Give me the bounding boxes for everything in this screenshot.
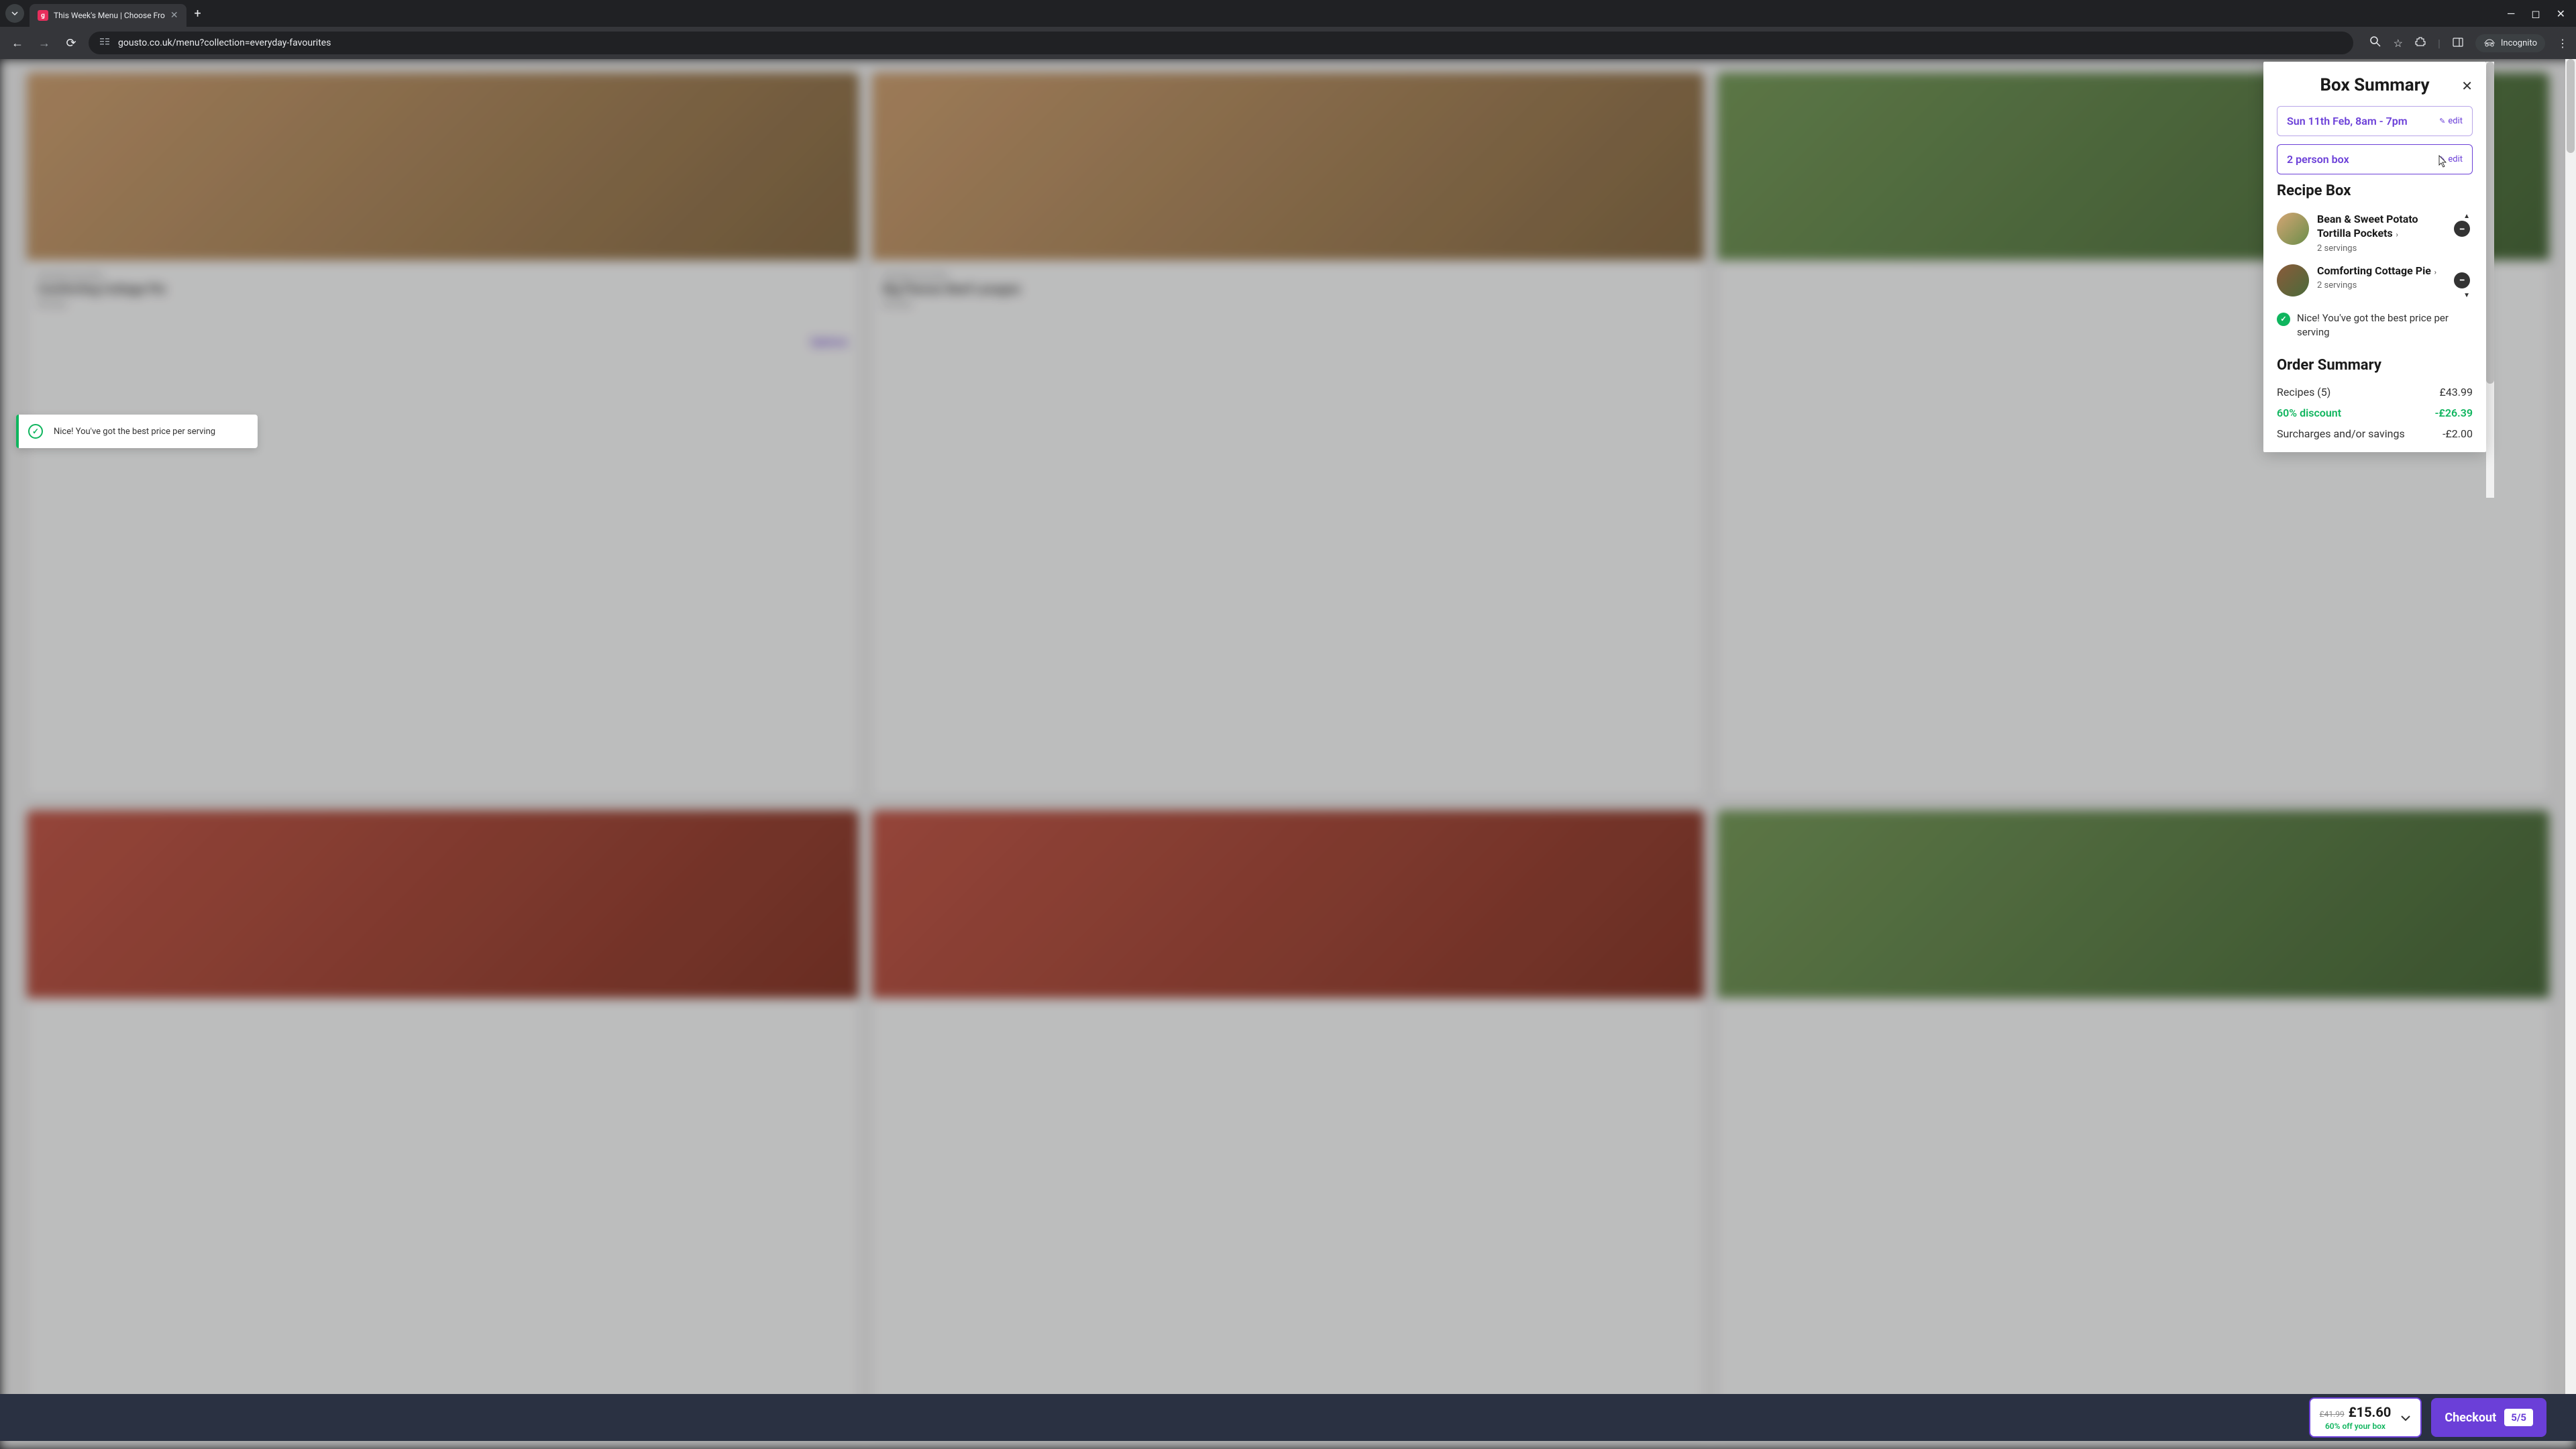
check-circle-icon: ✓	[28, 424, 43, 439]
edit-label: edit	[2448, 116, 2463, 126]
delivery-slot-box: Sun 11th Feb, 8am - 7pm ✎ edit	[2277, 106, 2473, 136]
reload-button[interactable]: ⟳	[62, 36, 80, 50]
remove-recipe-button[interactable]: −	[2454, 272, 2470, 288]
order-recipes-row: Recipes (5) £43.99	[2277, 382, 2473, 402]
minimize-button[interactable]: —	[2507, 7, 2516, 20]
tab-close-button[interactable]: ✕	[170, 10, 178, 21]
toast-text: Nice! You've got the best price per serv…	[54, 427, 215, 437]
new-tab-button[interactable]: +	[195, 7, 201, 21]
price-summary-box[interactable]: £41.99 £15.60 60% off your box	[2309, 1397, 2422, 1438]
edit-box-size-button[interactable]: ✎ edit	[2439, 154, 2463, 164]
order-value: £43.99	[2440, 386, 2473, 398]
scroll-down-icon[interactable]: ▼	[2463, 292, 2470, 299]
chevron-right-icon: ›	[2432, 268, 2436, 276]
recipe-item: Bean & Sweet Potato Tortilla Pockets › 2…	[2277, 207, 2470, 259]
tab-favicon: g	[38, 10, 48, 21]
new-price: £15.60	[2349, 1404, 2392, 1420]
recipe-thumbnail	[2277, 213, 2309, 245]
scroll-up-icon[interactable]: ▲	[2463, 213, 2470, 220]
recipe-name-link[interactable]: Comforting Cottage Pie ›	[2317, 264, 2446, 278]
recipe-servings: 2 servings	[2317, 280, 2446, 290]
recipe-item: Comforting Cottage Pie › 2 servings −	[2277, 259, 2470, 302]
order-value: -£26.39	[2435, 407, 2473, 419]
edit-delivery-button[interactable]: ✎ edit	[2439, 116, 2463, 126]
page-content: Everyday FavouritesComforting Cottage Pi…	[0, 59, 2576, 1449]
window-controls: — ◻ ✕	[2507, 7, 2571, 20]
order-label: 60% discount	[2277, 407, 2341, 419]
delivery-slot-label: Sun 11th Feb, 8am - 7pm	[2287, 115, 2408, 127]
address-bar[interactable]: gousto.co.uk/menu?collection=everyday-fa…	[89, 32, 2353, 54]
box-summary-panel: Box Summary ✕ Sun 11th Feb, 8am - 7pm ✎ …	[2263, 62, 2486, 452]
edit-label: edit	[2448, 154, 2463, 164]
page-scrollbar-thumb[interactable]	[2567, 59, 2575, 153]
back-button[interactable]: ←	[8, 36, 27, 50]
chevron-down-icon	[11, 9, 19, 17]
checkout-bar: £41.99 £15.60 60% off your box Checkout …	[0, 1394, 2576, 1441]
side-panel-icon[interactable]	[2453, 37, 2463, 50]
order-surcharges-row: Surcharges and/or savings -£2.00	[2277, 423, 2473, 444]
pencil-icon: ✎	[2439, 155, 2445, 164]
box-size-box: 2 person box ✎ edit	[2277, 144, 2473, 174]
maximize-button[interactable]: ◻	[2531, 7, 2540, 20]
bookmark-icon[interactable]: ☆	[2394, 37, 2403, 50]
page-scrollbar[interactable]	[2565, 59, 2576, 1403]
check-circle-icon: ✓	[2277, 313, 2290, 326]
browser-tab[interactable]: g This Week's Menu | Choose Fro ✕	[30, 4, 186, 27]
order-discount-row: 60% discount -£26.39	[2277, 402, 2473, 423]
panel-outer-scrollbar-thumb[interactable]	[2486, 62, 2494, 384]
incognito-badge[interactable]: Incognito	[2475, 34, 2545, 52]
search-icon[interactable]	[2369, 36, 2381, 50]
best-price-text: Nice! You've got the best price per serv…	[2297, 311, 2473, 339]
extensions-icon[interactable]	[2415, 36, 2426, 50]
site-settings-icon[interactable]	[99, 37, 110, 49]
close-panel-button[interactable]: ✕	[2461, 78, 2473, 94]
checkout-count-badge: 5/5	[2504, 1409, 2533, 1426]
incognito-icon	[2483, 38, 2496, 48]
best-price-message: ✓ Nice! You've got the best price per se…	[2277, 302, 2473, 349]
old-price: £41.99	[2320, 1409, 2345, 1419]
order-label: Recipes (5)	[2277, 386, 2330, 398]
panel-title: Box Summary	[2320, 75, 2429, 95]
checkout-button[interactable]: Checkout 5/5	[2431, 1398, 2546, 1437]
price-discount-label: 60% off your box	[2320, 1421, 2392, 1431]
remove-recipe-button[interactable]: −	[2454, 221, 2470, 237]
recipe-list: ▲ Bean & Sweet Potato Tortilla Pockets ›…	[2277, 207, 2473, 302]
forward-button[interactable]: →	[35, 36, 54, 50]
tab-search-button[interactable]	[5, 4, 24, 23]
toast-notification: ✓ Nice! You've got the best price per se…	[16, 415, 258, 448]
tab-title: This Week's Menu | Choose Fro	[54, 11, 165, 20]
browser-toolbar: ← → ⟳ gousto.co.uk/menu?collection=every…	[0, 27, 2576, 59]
panel-outer-scrollbar[interactable]	[2486, 62, 2494, 498]
url-text: gousto.co.uk/menu?collection=everyday-fa…	[118, 38, 331, 48]
modal-overlay[interactable]	[0, 59, 2576, 1449]
chevron-right-icon: ›	[2394, 230, 2398, 239]
order-value: -£2.00	[2443, 427, 2473, 440]
order-label: Surcharges and/or savings	[2277, 427, 2405, 440]
recipe-name-link[interactable]: Bean & Sweet Potato Tortilla Pockets ›	[2317, 213, 2446, 241]
close-window-button[interactable]: ✕	[2557, 7, 2565, 20]
menu-icon[interactable]: ⋮	[2557, 37, 2568, 50]
recipe-servings: 2 servings	[2317, 244, 2446, 254]
recipe-box-heading: Recipe Box	[2277, 182, 2473, 199]
chevron-down-icon[interactable]	[2400, 1411, 2411, 1425]
checkout-label: Checkout	[2445, 1411, 2496, 1425]
browser-tab-bar: g This Week's Menu | Choose Fro ✕ + — ◻ …	[0, 0, 2576, 27]
pencil-icon: ✎	[2439, 117, 2445, 125]
incognito-label: Incognito	[2501, 38, 2537, 48]
order-summary-heading: Order Summary	[2277, 357, 2473, 374]
recipe-thumbnail	[2277, 264, 2309, 297]
box-size-label: 2 person box	[2287, 153, 2349, 166]
